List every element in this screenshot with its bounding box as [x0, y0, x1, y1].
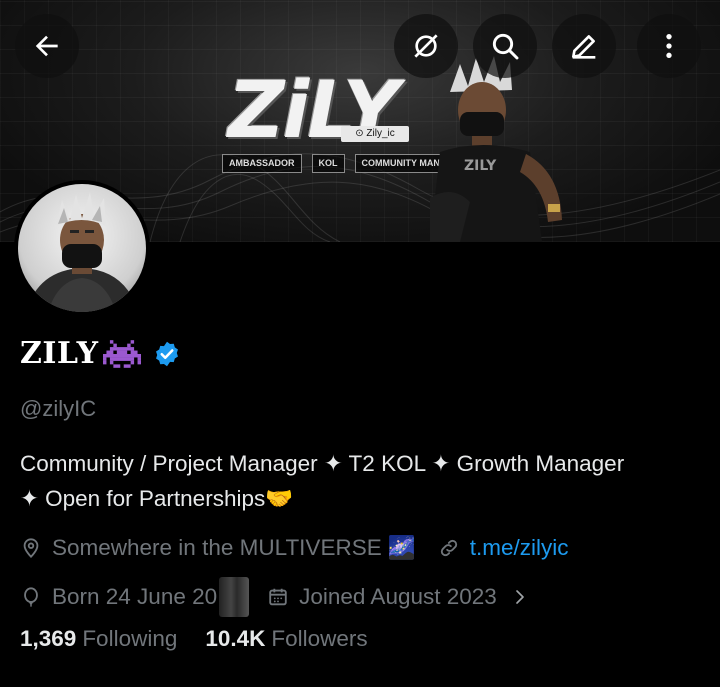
avatar-image	[18, 184, 146, 312]
banner-shirt-text: ZILY	[464, 158, 497, 174]
banner-character-illustration: ZILY	[430, 56, 562, 242]
calendar-icon	[269, 588, 287, 606]
bio-line: ✦ Open for Partnerships🤝	[20, 486, 294, 511]
banner-logo: ZiLY	[228, 66, 399, 156]
website-link[interactable]: t.me/zilyic	[470, 535, 569, 561]
following-count: 1,369	[20, 626, 77, 651]
banner-handle-text: Zily_ic	[366, 128, 395, 139]
back-arrow-icon	[35, 35, 58, 57]
birth-date-text: Born 24 June 20	[52, 584, 218, 609]
more-vertical-icon	[666, 34, 672, 58]
followers-link[interactable]: 10.4K Followers	[205, 626, 367, 652]
followers-label: Followers	[271, 626, 368, 651]
verified-badge-icon[interactable]	[153, 340, 181, 368]
search-button[interactable]	[473, 14, 537, 78]
location-row: Somewhere in the MULTIVERSE 🌌 t.me/zilyi…	[20, 535, 569, 561]
back-button[interactable]	[15, 14, 79, 78]
more-options-button[interactable]	[637, 14, 701, 78]
edit-icon	[572, 35, 596, 59]
follow-stats: 1,369 Following 10.4K Followers	[20, 626, 396, 652]
link-icon	[440, 539, 457, 557]
dates-row: Born 24 June 20 Joined August 2023	[20, 577, 529, 617]
bio-line: Community / Project Manager ✦ T2 KOL ✦ G…	[20, 451, 625, 476]
banner-tag: AMBASSADOR	[222, 154, 302, 173]
grok-icon	[414, 34, 438, 58]
chevron-right-icon[interactable]	[511, 588, 529, 606]
edit-button[interactable]	[552, 14, 616, 78]
joined-date-text[interactable]: Joined August 2023	[299, 584, 497, 610]
following-link[interactable]: 1,369 Following	[20, 626, 177, 652]
redacted-area	[219, 577, 250, 617]
followers-count: 10.4K	[205, 626, 266, 651]
location-pin-icon	[23, 538, 39, 559]
banner-tag: KOL	[311, 154, 345, 173]
name-row: ZILY	[20, 336, 181, 371]
username-handle: @zilyIC	[20, 396, 97, 421]
banner-logo-handle: ⊙ Zily_ic	[341, 126, 409, 142]
bio: Community / Project Manager ✦ T2 KOL ✦ G…	[20, 446, 710, 516]
location-text: Somewhere in the MULTIVERSE	[52, 535, 382, 560]
milky-way-emoji: 🌌	[387, 535, 416, 560]
avatar[interactable]	[14, 180, 150, 316]
grok-button[interactable]	[394, 14, 458, 78]
display-name: ZILY	[20, 336, 99, 371]
following-label: Following	[82, 626, 178, 651]
balloon-icon	[24, 587, 38, 607]
search-icon	[492, 33, 519, 60]
space-invader-emoji-icon	[102, 339, 141, 368]
